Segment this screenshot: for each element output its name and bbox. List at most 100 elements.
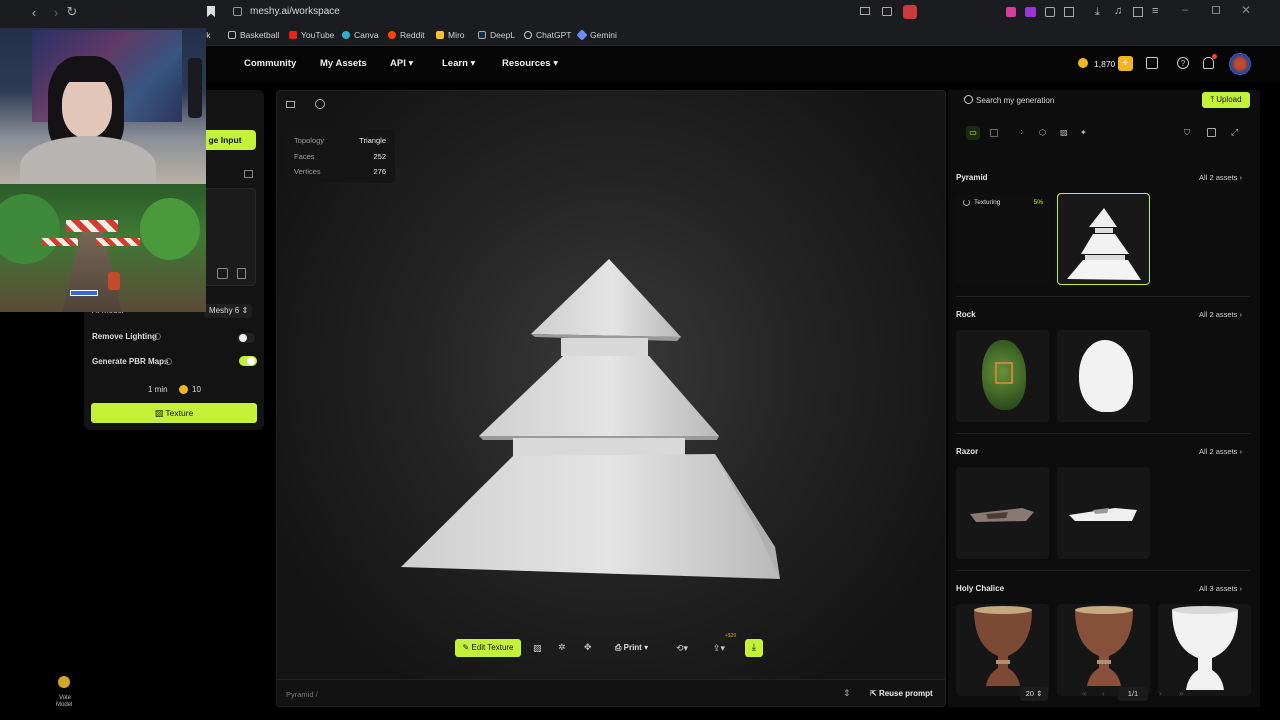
gift-icon[interactable] bbox=[1146, 57, 1158, 69]
nav-learn[interactable]: Learn ▾ bbox=[442, 58, 475, 69]
media-icon[interactable]: ♫ bbox=[1114, 5, 1122, 17]
pyramid-tier-middle bbox=[479, 356, 719, 436]
download-icon[interactable]: ⤓ bbox=[1095, 6, 1100, 19]
bookmark-item[interactable]: YouTube bbox=[289, 30, 334, 40]
monitor-icon[interactable] bbox=[286, 101, 295, 108]
model-label: Model bbox=[56, 702, 73, 708]
asset-thumbnail-selected[interactable] bbox=[1057, 193, 1150, 285]
sort-icon[interactable]: ⇕ bbox=[843, 688, 851, 699]
select-icon[interactable] bbox=[1207, 128, 1216, 137]
close-icon[interactable]: ✕ bbox=[1241, 3, 1251, 17]
filter-icon[interactable]: ⛉ bbox=[1184, 128, 1190, 138]
bookmark-item[interactable]: Reddit bbox=[388, 30, 425, 40]
all-assets-link[interactable]: All 3 assets › bbox=[1199, 584, 1242, 593]
all-assets-link[interactable]: All 2 assets › bbox=[1199, 447, 1242, 456]
cost-value: 10 bbox=[192, 385, 201, 394]
asset-thumbnail[interactable] bbox=[1057, 467, 1150, 559]
bookmark-item[interactable]: DeepL bbox=[478, 30, 515, 40]
nav-api[interactable]: API ▾ bbox=[390, 58, 413, 69]
site-settings-icon[interactable] bbox=[233, 7, 242, 16]
expand-icon[interactable]: ⤢ bbox=[1231, 127, 1238, 138]
help-icon[interactable]: ? bbox=[1177, 57, 1189, 69]
first-page-icon[interactable]: « bbox=[1082, 689, 1086, 698]
bookmark-item[interactable]: Miro bbox=[436, 30, 465, 40]
next-page-icon[interactable]: › bbox=[1159, 689, 1162, 698]
bookmark-item[interactable]: Canva bbox=[342, 30, 379, 40]
globe-icon[interactable] bbox=[315, 99, 325, 109]
tab-search-icon[interactable] bbox=[1064, 7, 1074, 17]
edit-texture-button[interactable]: ✎ Edit Texture bbox=[455, 639, 521, 657]
share-icon[interactable]: ⇪▾ bbox=[713, 643, 725, 654]
address-bar[interactable]: meshy.ai/workspace bbox=[250, 6, 340, 17]
pyramid-model[interactable] bbox=[387, 251, 787, 591]
settings-icon[interactable]: ✲ bbox=[558, 642, 566, 653]
upload-label: Upload bbox=[1216, 95, 1242, 104]
rig-icon[interactable]: ✥ bbox=[584, 642, 592, 653]
download-button[interactable]: ⤓ bbox=[745, 639, 763, 657]
brave-shield-icon[interactable] bbox=[903, 5, 917, 19]
texture-filter-icon[interactable]: ▨ bbox=[1060, 128, 1068, 137]
upload-button[interactable]: ⤒ Upload bbox=[1202, 92, 1250, 108]
avatar[interactable] bbox=[1229, 53, 1251, 75]
asset-thumbnail[interactable] bbox=[1057, 330, 1150, 422]
asset-thumbnail[interactable] bbox=[956, 330, 1049, 422]
all-assets-label[interactable]: All 2 assets › bbox=[1199, 310, 1242, 319]
breadcrumb-item: Pyramid bbox=[286, 690, 314, 699]
info-icon[interactable] bbox=[154, 333, 161, 340]
share-icon[interactable] bbox=[882, 7, 892, 16]
asset-thumbnail[interactable] bbox=[956, 467, 1049, 559]
remove-lighting-toggle[interactable] bbox=[237, 333, 255, 343]
asset-thumbnail[interactable] bbox=[1057, 604, 1150, 696]
prev-page-icon[interactable]: ‹ bbox=[1102, 689, 1105, 698]
texturing-tile[interactable]: Texturing 5% bbox=[956, 193, 1049, 285]
bookmark-item[interactable]: Basketball bbox=[228, 30, 279, 40]
nav-my-assets[interactable]: My Assets bbox=[320, 58, 367, 69]
collapse-icon[interactable] bbox=[244, 170, 253, 178]
asset-thumbnail[interactable] bbox=[956, 604, 1049, 696]
all-types-icon[interactable]: ⁘ bbox=[1018, 128, 1025, 137]
bookmark-icon[interactable] bbox=[207, 6, 215, 17]
sidebar-icon[interactable] bbox=[1133, 7, 1143, 17]
trash-icon[interactable] bbox=[237, 268, 246, 279]
print-button[interactable]: ⎙ Print ▾ bbox=[615, 643, 648, 653]
cast-icon[interactable] bbox=[860, 7, 870, 15]
reuse-prompt-button[interactable]: ⇱ Reuse prompt bbox=[870, 689, 933, 698]
ai-model-select[interactable]: Meshy 6 ⇕ bbox=[204, 304, 252, 318]
bookmark-label: YouTube bbox=[301, 30, 335, 40]
folder-view-icon[interactable]: ▭ bbox=[966, 126, 980, 140]
extension-icon[interactable] bbox=[1025, 7, 1036, 17]
reload-icon[interactable]: ↻ bbox=[62, 4, 82, 20]
add-credits-button[interactable]: + bbox=[1118, 56, 1133, 71]
bookmark-item[interactable]: ChatGPT bbox=[524, 30, 571, 40]
texture-button[interactable]: ▨ Texture bbox=[91, 403, 257, 423]
info-icon[interactable] bbox=[165, 358, 172, 365]
breadcrumb[interactable]: Pyramid / bbox=[286, 690, 318, 699]
nav-community[interactable]: Community bbox=[244, 58, 296, 69]
search-input[interactable] bbox=[976, 93, 1146, 107]
pbr-maps-toggle[interactable] bbox=[239, 356, 257, 366]
remesh-icon[interactable]: ⟲▾ bbox=[676, 643, 688, 654]
nav-resources[interactable]: Resources ▾ bbox=[502, 58, 558, 69]
maximize-icon[interactable] bbox=[1212, 6, 1220, 14]
menu-icon[interactable]: ≡ bbox=[1152, 5, 1158, 17]
3d-viewport[interactable]: Topology Triangle Faces 252 Vertices 276 ✎ … bbox=[276, 90, 946, 707]
eraser-icon[interactable] bbox=[217, 268, 228, 279]
animation-filter-icon[interactable]: ✦ bbox=[1080, 128, 1087, 137]
grid-view-icon[interactable] bbox=[990, 129, 998, 137]
last-page-icon[interactable]: » bbox=[1179, 689, 1183, 698]
puzzle-icon[interactable] bbox=[1045, 7, 1055, 17]
texture-pattern-icon[interactable]: ▨ bbox=[533, 643, 542, 654]
back-icon[interactable]: ‹ bbox=[24, 5, 44, 20]
rune-pattern bbox=[995, 362, 1013, 384]
vote-icon[interactable] bbox=[58, 676, 70, 688]
asset-thumbnail[interactable] bbox=[1158, 604, 1251, 696]
page-size-select[interactable]: 20 ⇕ bbox=[1020, 687, 1048, 701]
bookmark-item[interactable]: Gemini bbox=[576, 29, 617, 41]
extension-icon[interactable] bbox=[1006, 7, 1016, 17]
page-indicator[interactable]: 1/1 bbox=[1118, 687, 1148, 701]
model-filter-icon[interactable]: ⬡ bbox=[1039, 128, 1046, 137]
pbr-maps-label: Generate PBR Maps bbox=[92, 357, 169, 366]
all-assets-link[interactable]: All 2 assets › bbox=[1199, 173, 1242, 182]
minimize-icon[interactable]: – bbox=[1182, 4, 1188, 16]
bell-icon[interactable] bbox=[1203, 57, 1214, 69]
